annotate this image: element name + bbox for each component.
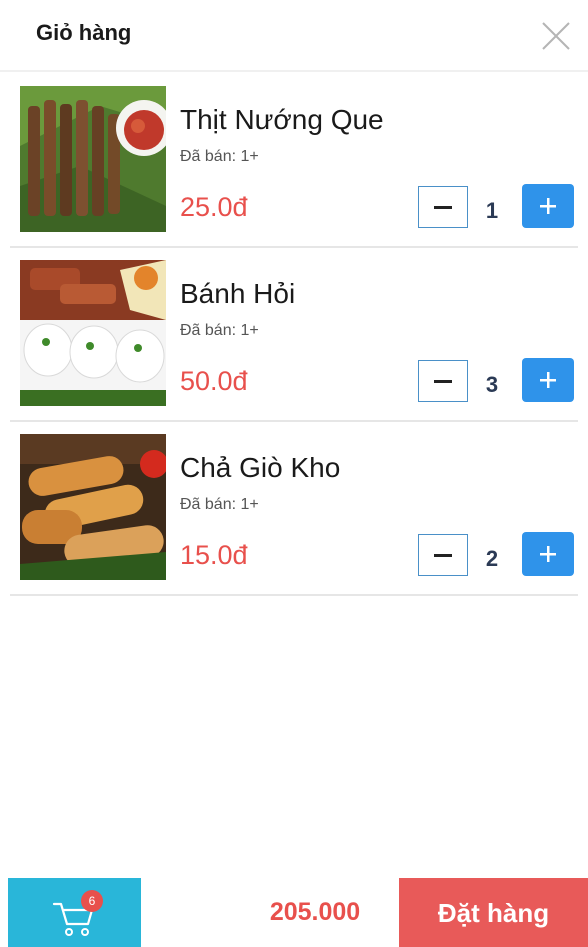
increase-quantity-button[interactable] [522,358,574,402]
cart-item: Bánh Hỏi Đã bán: 1+ 50.0đ 3 [10,248,578,422]
place-order-label: Đặt hàng [437,898,550,928]
decrease-quantity-button[interactable] [418,186,468,228]
food-image-spring-rolls [20,434,166,580]
item-name: Chả Giò Kho [180,452,341,483]
decrease-quantity-button[interactable] [418,360,468,402]
cart-item: Thịt Nướng Que Đã bán: 1+ 25.0đ 1 [10,74,578,248]
place-order-button[interactable]: Đặt hàng [399,878,588,947]
cart-count-badge: 6 [81,890,103,912]
checkout-bar: 6 205.000 Đặt hàng [0,878,588,947]
food-image-banh-hoi [20,260,166,406]
close-button[interactable] [538,18,574,54]
item-quantity: 3 [485,372,499,397]
food-image-grilled-pork [20,86,166,232]
item-price: 15.0đ [180,540,248,570]
item-quantity: 1 [485,198,499,223]
item-sold-count: Đã bán: 1+ [180,496,259,513]
plus-icon [540,198,556,214]
order-total: 205.000 [269,898,361,926]
increase-quantity-button[interactable] [522,184,574,228]
plus-icon [540,546,556,562]
decrease-quantity-button[interactable] [418,534,468,576]
close-icon [542,22,570,50]
cart-item: Chả Giò Kho Đã bán: 1+ 15.0đ 2 [10,422,578,596]
cart-button[interactable]: 6 [8,878,141,947]
item-price: 25.0đ [180,192,248,222]
page-title: Giỏ hàng [36,20,132,45]
item-sold-count: Đã bán: 1+ [180,322,259,339]
minus-icon [434,553,452,557]
minus-icon [434,205,452,209]
plus-icon [540,372,556,388]
cart-item-list: Thịt Nướng Que Đã bán: 1+ 25.0đ 1 Bánh H… [0,74,588,596]
item-sold-count: Đã bán: 1+ [180,148,259,165]
increase-quantity-button[interactable] [522,532,574,576]
item-name: Bánh Hỏi [180,278,296,309]
minus-icon [434,379,452,383]
cart-header: Giỏ hàng [0,0,588,72]
item-price: 50.0đ [180,366,248,396]
item-quantity: 2 [485,546,499,571]
item-name: Thịt Nướng Que [180,104,384,135]
